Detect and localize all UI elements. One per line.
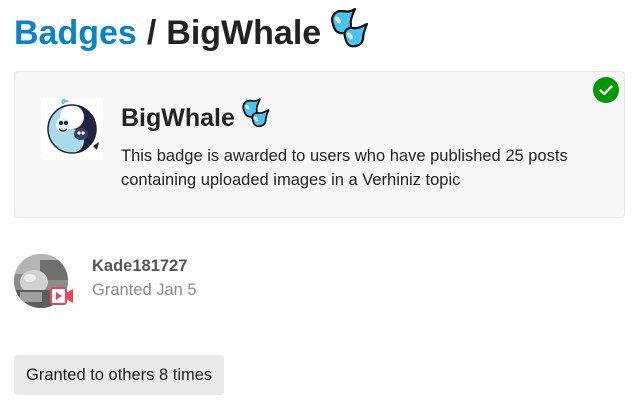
breadcrumb-current: BigWhale <box>166 13 322 52</box>
badge-name-text: BigWhale <box>121 104 235 132</box>
badge-card: BigWhale This badge is awarded to users … <box>14 71 625 218</box>
grant-username[interactable]: Kade181727 <box>92 255 187 277</box>
breadcrumb-badges-link[interactable]: Badges <box>14 11 137 55</box>
checkmark-circle-icon <box>593 77 619 103</box>
whale-badge-icon <box>41 98 103 160</box>
breadcrumb-separator: / <box>146 13 157 52</box>
granted-to-others-button[interactable]: Granted to others 8 times <box>14 355 225 395</box>
badge-description: This badge is awarded to users who have … <box>121 147 568 189</box>
page-title: Badges / BigWhale <box>14 6 369 59</box>
badge-grant-item: Kade181727 Granted Jan 5 <box>14 254 414 310</box>
grant-date: Granted Jan 5 <box>92 281 197 299</box>
sweat-droplets-icon <box>325 7 369 59</box>
video-camera-icon <box>50 287 74 305</box>
sweat-droplets-icon <box>238 98 270 138</box>
user-avatar-link[interactable] <box>14 254 74 308</box>
badge-name: BigWhale <box>121 98 270 138</box>
